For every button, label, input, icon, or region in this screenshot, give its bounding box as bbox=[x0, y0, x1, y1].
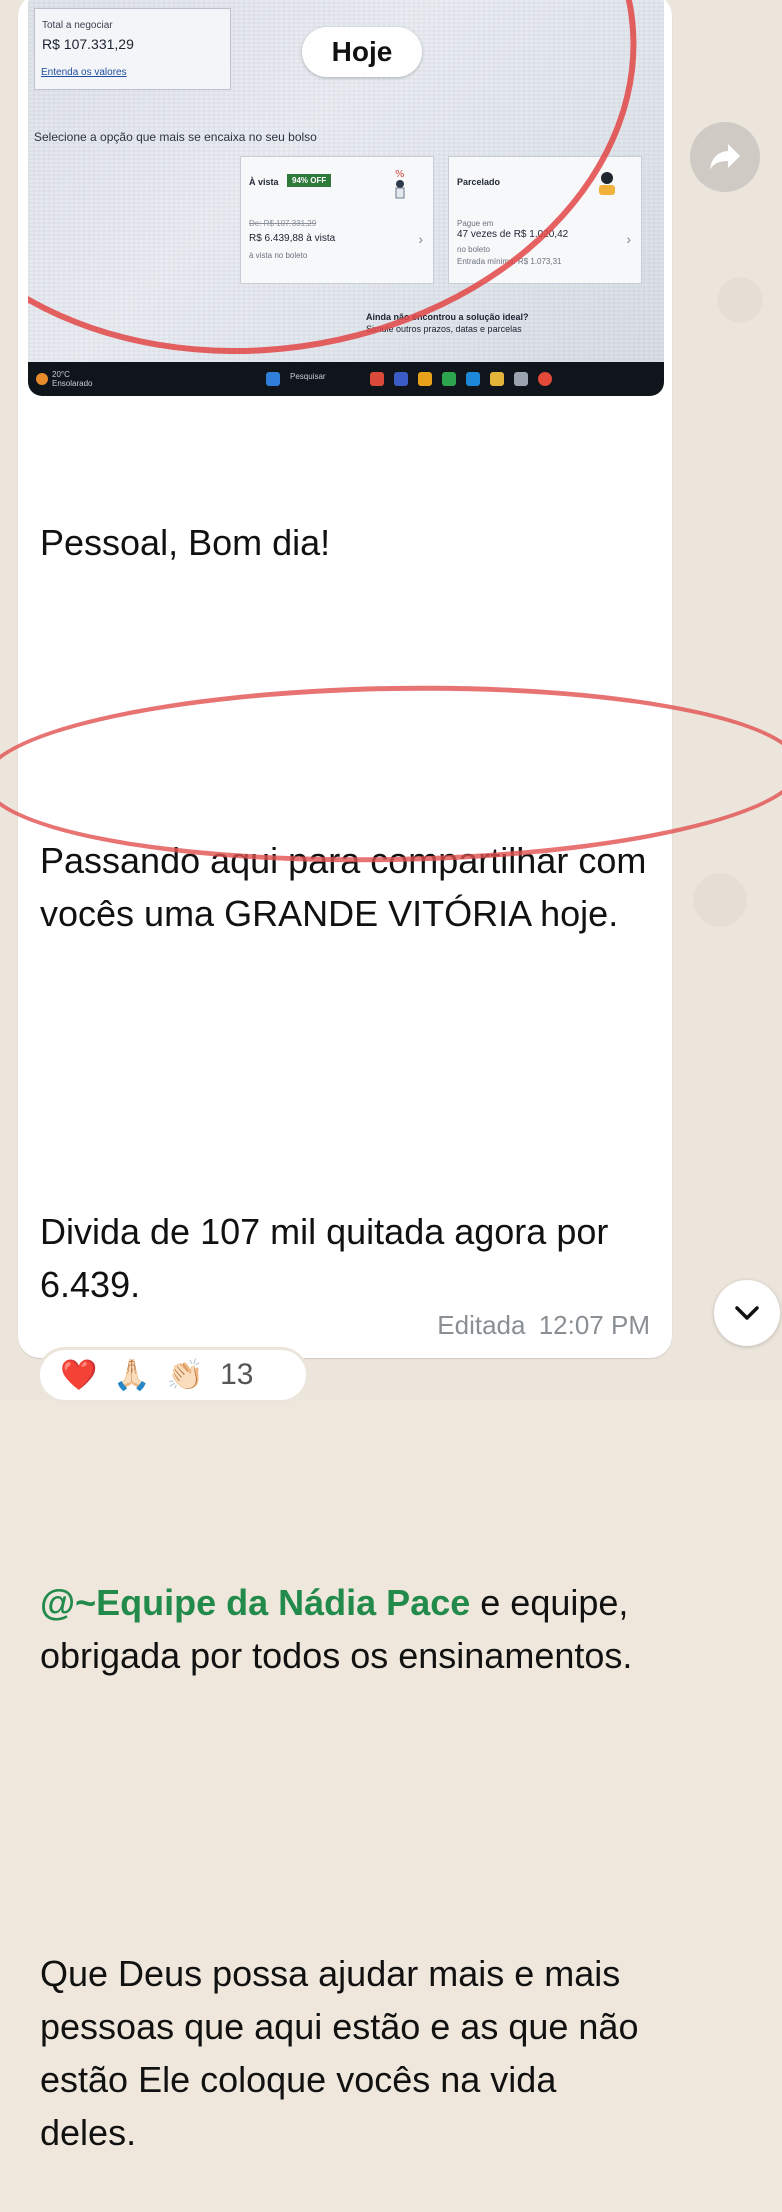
windows-icon bbox=[266, 372, 280, 386]
app-icon bbox=[370, 372, 384, 386]
taskbar: 20°C Ensolarado Pesquisar bbox=[28, 362, 664, 396]
pray-reaction: 🙏🏻 bbox=[113, 1358, 151, 1392]
message-meta: Editada 12:07 PM bbox=[390, 1310, 650, 1341]
message-thanks: @~Equipe da Nádia Pace e equipe, obrigad… bbox=[40, 1576, 660, 1682]
calculator-icon bbox=[514, 372, 528, 386]
taskbar-icons: Pesquisar bbox=[266, 372, 552, 386]
app-icon bbox=[442, 372, 456, 386]
message-blessing: Que Deus possa ajudar mais e mais pessoa… bbox=[40, 1953, 649, 2153]
folder-icon bbox=[418, 372, 432, 386]
heart-reaction: ❤️ bbox=[60, 1358, 98, 1392]
weather-widget: 20°C Ensolarado bbox=[36, 370, 92, 388]
weather-desc: Ensolarado bbox=[52, 379, 93, 388]
message-time: 12:07 PM bbox=[538, 1310, 650, 1340]
sun-icon bbox=[36, 373, 48, 385]
clap-reaction: 👏🏻 bbox=[166, 1358, 205, 1392]
taskbar-search: Pesquisar bbox=[290, 372, 326, 381]
app-icon bbox=[394, 372, 408, 386]
message-greeting: Pessoal, Bom dia! bbox=[40, 522, 331, 563]
weather-temp: 20°C bbox=[52, 370, 70, 379]
chevron-right-icon: › bbox=[626, 231, 631, 247]
chrome-icon bbox=[538, 372, 552, 386]
scroll-down-button[interactable] bbox=[714, 1280, 780, 1346]
forward-icon bbox=[710, 144, 740, 170]
chevron-down-icon bbox=[735, 1306, 759, 1320]
edge-icon bbox=[466, 372, 480, 386]
mention-link[interactable]: @~Equipe da Nádia Pace bbox=[40, 1582, 470, 1623]
date-pill: Hoje bbox=[302, 27, 422, 77]
forward-button[interactable] bbox=[690, 122, 760, 192]
message-highlight: Divida de 107 mil quitada agora por 6.43… bbox=[40, 1211, 619, 1305]
reaction-count: 13 bbox=[220, 1358, 254, 1391]
edited-label: Editada bbox=[437, 1310, 526, 1340]
app-icon bbox=[490, 372, 504, 386]
reactions-bar[interactable]: ❤️ 🙏🏻 👏🏻 13 bbox=[40, 1350, 306, 1400]
